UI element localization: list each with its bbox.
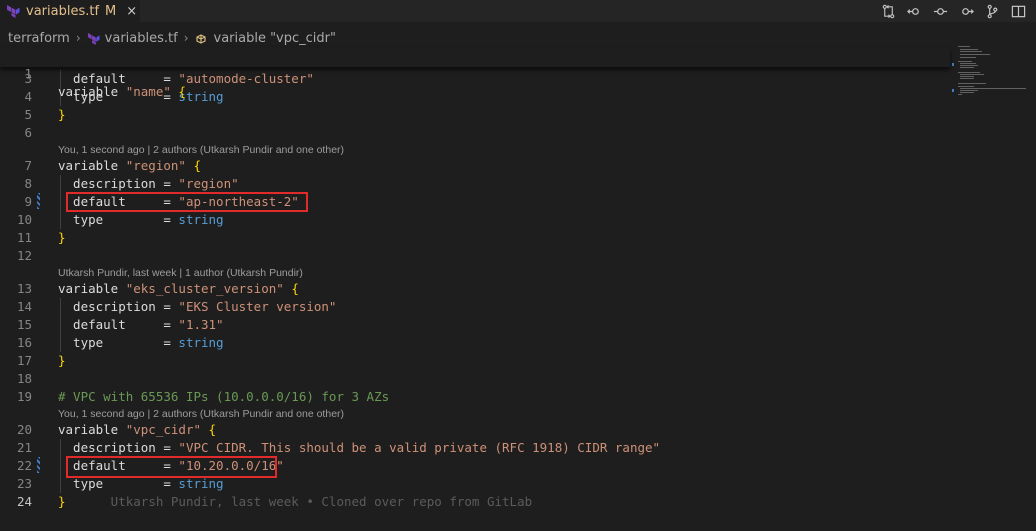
code-line[interactable]: 24} Utkarsh Pundir, last week • Cloned o… — [0, 493, 950, 511]
line-text: description = "region" — [58, 175, 239, 193]
line-text: # VPC with 65536 IPs (10.0.0.0/16) for 3… — [58, 388, 389, 406]
code-token: variable — [58, 281, 126, 296]
code-line[interactable]: 20 variable "vpc_cidr" { — [0, 421, 950, 439]
code-line[interactable]: 8 description = "region" — [0, 175, 950, 193]
line-text: } — [58, 352, 66, 370]
line-text: description = "VPC CIDR. This should be … — [58, 439, 660, 457]
code-token: type = — [58, 476, 179, 491]
line-number: 21 — [16, 440, 32, 455]
line-number: 18 — [16, 371, 32, 386]
code-token: "VPC CIDR. This should be a valid privat… — [178, 440, 661, 455]
code-line[interactable]: 14 description = "EKS Cluster version" — [0, 298, 950, 316]
code-editor[interactable]: You, 1 second ago | 2 authors (Utkarsh P… — [0, 0, 950, 531]
code-line[interactable]: 15 default = "1.31" — [0, 316, 950, 334]
sticky-line: 1 variable "name" { — [0, 47, 950, 99]
code-token: string — [178, 212, 224, 227]
code-token: } — [58, 353, 66, 368]
line-number: 14 — [16, 299, 32, 314]
code-line[interactable]: 19 # VPC with 65536 IPs (10.0.0.0/16) for… — [0, 388, 950, 406]
code-line[interactable]: 21 description = "VPC CIDR. This should … — [0, 439, 950, 457]
code-token: variable — [58, 422, 126, 437]
line-number: 10 — [16, 212, 32, 227]
code-token: } — [58, 107, 66, 122]
code-token: "automode-cluster" — [178, 71, 314, 86]
line-number: 7 — [24, 158, 32, 173]
line-number: 16 — [16, 335, 32, 350]
code-token: "region" — [125, 158, 186, 173]
code-line[interactable]: 11} — [0, 229, 950, 247]
code-line[interactable]: 12 — [0, 247, 950, 265]
code-token: string — [178, 476, 224, 491]
go-forward-icon[interactable] — [958, 3, 974, 19]
line-text: variable "eks_cluster_version" { — [58, 280, 299, 298]
code-token: "eks_cluster_version" — [125, 281, 284, 296]
branch-icon[interactable] — [984, 3, 1000, 19]
line-number: 6 — [24, 125, 32, 140]
line-number: 8 — [24, 176, 32, 191]
code-line[interactable]: 5} — [0, 106, 950, 124]
code-token: } — [58, 230, 66, 245]
code-token: "1.31" — [178, 317, 224, 332]
code-token: "EKS Cluster version" — [178, 299, 337, 314]
line-text: variable "region" { — [58, 157, 201, 175]
code-line[interactable]: 7 variable "region" { — [0, 157, 950, 175]
code-token: string — [178, 335, 224, 350]
line-number: 1 — [24, 66, 32, 81]
line-number: 22 — [16, 458, 32, 473]
line-number: 19 — [16, 389, 32, 404]
code-token: default = — [58, 317, 179, 332]
line-text: } — [58, 229, 66, 247]
line-text: type = string — [58, 334, 224, 352]
line-number: 15 — [16, 317, 32, 332]
code-line[interactable]: 13 variable "eks_cluster_version" { — [0, 280, 950, 298]
line-number: 20 — [16, 422, 32, 437]
code-token: variable — [58, 158, 126, 173]
codelens-authors[interactable]: You, 1 second ago | 2 authors (Utkarsh P… — [58, 407, 344, 421]
line-number: 23 — [16, 476, 32, 491]
codelens-authors[interactable]: You, 1 second ago | 2 authors (Utkarsh P… — [58, 143, 344, 157]
highlight-box-region-default — [66, 192, 308, 212]
code-token: description = — [58, 440, 179, 455]
line-text: } Utkarsh Pundir, last week • Cloned ove… — [58, 493, 532, 511]
minimap[interactable] — [950, 44, 1036, 104]
line-number: 17 — [16, 353, 32, 368]
line-text: default = "1.31" — [58, 316, 224, 334]
code-token: type = — [58, 335, 179, 350]
line-text: variable "vpc_cidr" { — [58, 421, 216, 439]
line-number: 12 — [16, 248, 32, 263]
codelens-authors[interactable]: Utkarsh Pundir, last week | 1 author (Ut… — [58, 266, 303, 280]
code-line[interactable]: 18 — [0, 370, 950, 388]
line-text: type = string — [58, 211, 224, 229]
line-number: 13 — [16, 281, 32, 296]
code-token: description = — [58, 299, 179, 314]
code-line[interactable]: 6 — [0, 124, 950, 142]
inline-blame: Utkarsh Pundir, last week • Cloned over … — [65, 494, 533, 509]
code-token: "region" — [178, 176, 239, 191]
sticky-line-text: variable "name" { — [58, 84, 186, 99]
line-text: } — [58, 106, 66, 124]
line-number: 9 — [24, 194, 32, 209]
line-number: 11 — [16, 230, 32, 245]
split-editor-icon[interactable] — [1010, 3, 1026, 19]
code-token: description = — [58, 176, 179, 191]
code-token: # VPC with 65536 IPs (10.0.0.0/16) for 3… — [58, 389, 390, 404]
code-line[interactable]: 10 type = string — [0, 211, 950, 229]
code-token: { — [208, 422, 217, 437]
sticky-scroll-header[interactable]: 1 variable "name" { — [0, 47, 950, 99]
highlight-box-vpc-cidr-default — [66, 456, 277, 478]
code-token: type = — [58, 212, 179, 227]
code-token: "vpc_cidr" — [125, 422, 201, 437]
code-line[interactable]: 17} — [0, 352, 950, 370]
code-token: } — [58, 494, 66, 509]
code-line[interactable]: 16 type = string — [0, 334, 950, 352]
line-text: description = "EKS Cluster version" — [58, 298, 336, 316]
code-token: { — [193, 158, 202, 173]
line-number: 24 — [16, 494, 32, 509]
code-token: { — [291, 281, 299, 296]
